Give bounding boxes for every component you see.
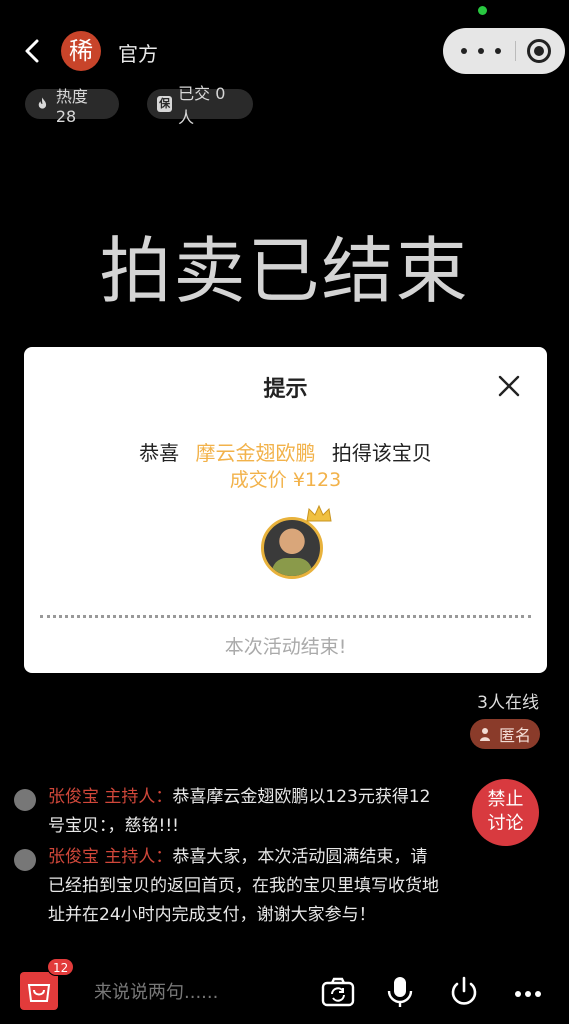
ban-label-line1: 禁止 — [487, 789, 524, 810]
status-indicator-dot — [478, 6, 487, 15]
heat-chip: 热度 28 — [25, 87, 119, 126]
congrats-prefix: 恭喜 — [139, 441, 180, 465]
shopping-bag-icon — [27, 984, 51, 1002]
sender-name: 张俊宝 主持人： — [48, 787, 173, 807]
power-icon[interactable] — [446, 974, 482, 1010]
sender-name: 张俊宝 主持人： — [48, 847, 173, 867]
capsule-divider — [515, 41, 516, 61]
deal-chip: 保 已交 0 人 — [147, 84, 253, 127]
shopping-bag-button[interactable] — [20, 972, 58, 1010]
mini-program-capsule — [443, 28, 565, 74]
room-title: 官方 — [118, 42, 158, 66]
congrats-suffix: 拍得该宝贝 — [331, 441, 432, 465]
winner-name: 摩云金翅欧鹏 — [195, 441, 316, 465]
close-icon[interactable] — [497, 374, 521, 398]
crown-icon — [306, 504, 332, 522]
close-miniprogram-icon[interactable] — [527, 39, 551, 63]
comment-input[interactable]: 来说说两句...... — [94, 978, 218, 1004]
official-logo[interactable]: 稀 — [61, 31, 101, 71]
more-options-icon[interactable] — [461, 41, 501, 61]
cart-count-badge: 12 — [47, 958, 75, 976]
online-count: 3人在线 — [477, 693, 539, 713]
deal-label: 已交 0 人 — [178, 84, 226, 127]
result-dialog: 提示 恭喜 摩云金翅欧鹏 拍得该宝贝 成交价 ¥123 本次活动结束! — [24, 347, 547, 673]
back-icon[interactable] — [22, 38, 44, 64]
chat-message: 张俊宝 主持人：恭喜大家，本次活动圆满结束，请已经拍到宝贝的返回首页，在我的宝贝… — [14, 843, 444, 930]
winner-avatar — [261, 517, 323, 579]
anonymous-label: 匿名 — [498, 726, 531, 745]
activity-ended-text: 本次活动结束! — [224, 636, 347, 658]
ban-discussion-button[interactable]: 禁止 讨论 — [472, 779, 539, 846]
dialog-title: 提示 — [263, 377, 308, 402]
dotted-divider — [40, 615, 531, 618]
more-icon[interactable] — [510, 974, 546, 1010]
guarantee-icon: 保 — [157, 96, 173, 112]
microphone-icon[interactable] — [382, 974, 418, 1010]
bottom-toolbar: 12 来说说两句...... — [0, 958, 569, 1024]
ban-label-line2: 讨论 — [487, 813, 524, 834]
flame-icon — [38, 97, 47, 109]
person-icon — [479, 728, 490, 741]
deal-price: 成交价 ¥123 — [229, 469, 342, 491]
sender-avatar — [14, 849, 36, 871]
auction-status-title: 拍卖已结束 — [99, 229, 470, 313]
chat-message: 张俊宝 主持人：恭喜摩云金翅欧鹏以123元获得12号宝贝：，慈铭!!! — [14, 783, 444, 841]
anonymous-toggle[interactable]: 匿名 — [470, 719, 540, 749]
sender-avatar — [14, 789, 36, 811]
switch-camera-icon[interactable] — [320, 974, 356, 1010]
congrats-line: 恭喜 摩云金翅欧鹏 拍得该宝贝 — [24, 437, 547, 466]
heat-label: 热度 28 — [55, 86, 88, 126]
